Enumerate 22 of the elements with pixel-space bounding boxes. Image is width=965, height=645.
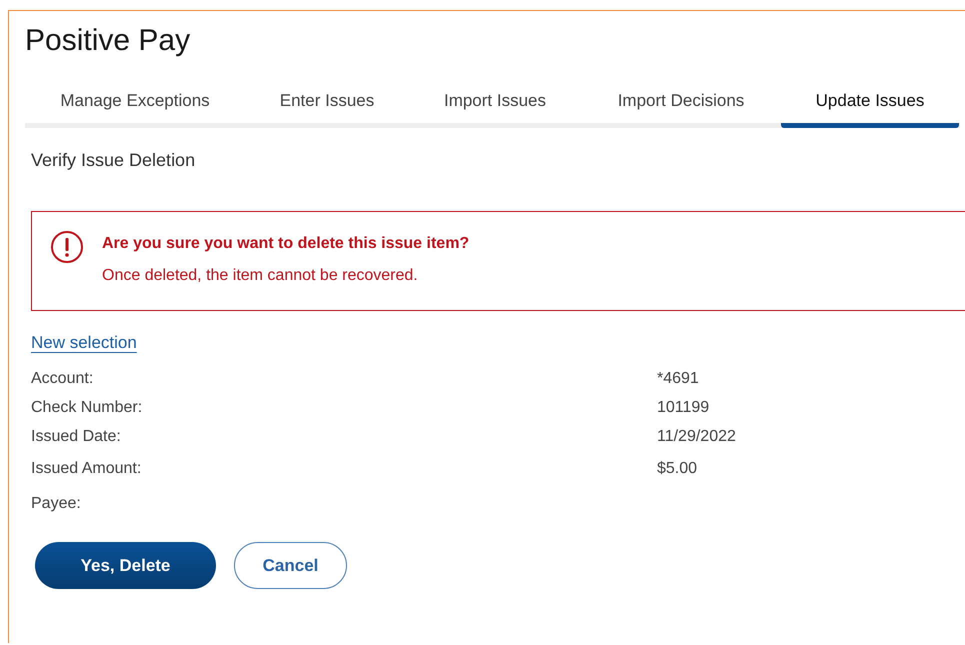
- page-title: Positive Pay: [25, 23, 192, 59]
- cancel-button[interactable]: Cancel: [234, 542, 347, 589]
- section-title: Verify Issue Deletion: [31, 150, 196, 171]
- tab[interactable]: Enter Issues: [245, 83, 409, 128]
- detail-label: Payee:: [31, 495, 82, 514]
- tab[interactable]: Update Issues: [781, 83, 959, 128]
- delete-button[interactable]: Yes, Delete: [35, 542, 216, 589]
- detail-value: *4691: [657, 370, 699, 389]
- detail-value: $5.00: [657, 460, 698, 479]
- new-selection-link[interactable]: New selection: [31, 333, 137, 353]
- exclamation-icon: [50, 230, 84, 264]
- detail-label: Issued Amount:: [31, 460, 142, 479]
- detail-label: Issued Date:: [31, 428, 122, 447]
- detail-value: 101199: [657, 399, 710, 418]
- tab[interactable]: Manage Exceptions: [25, 83, 245, 128]
- tab[interactable]: Import Decisions: [581, 83, 781, 128]
- detail-value: 11/29/2022: [657, 428, 736, 447]
- detail-label: Check Number:: [31, 399, 144, 418]
- alert-heading: Are you sure you want to delete this issue item?: [102, 235, 470, 253]
- alert-message: Once deleted, the item cannot be recovered.: [102, 267, 419, 285]
- tab[interactable]: Import Issues: [409, 83, 581, 128]
- detail-label: Account:: [31, 370, 94, 389]
